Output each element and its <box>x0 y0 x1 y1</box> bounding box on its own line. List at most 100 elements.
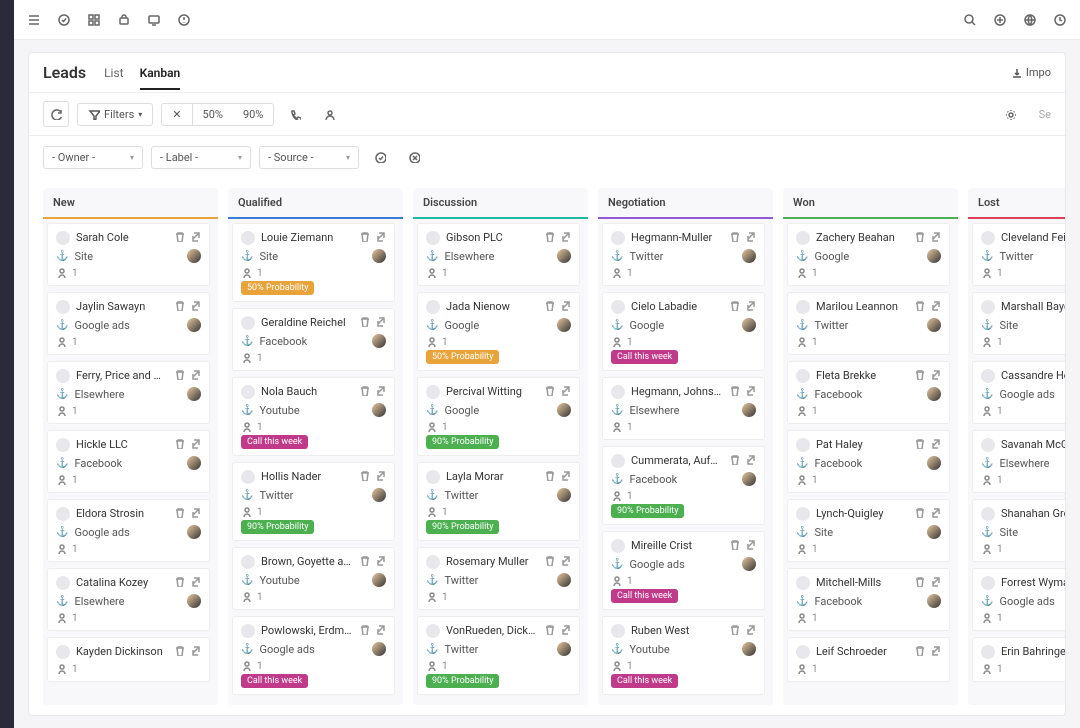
search-placeholder[interactable]: Se <box>1031 108 1051 121</box>
open-icon[interactable] <box>374 623 386 638</box>
open-icon[interactable] <box>929 230 941 245</box>
open-icon[interactable] <box>744 453 756 468</box>
delete-icon[interactable] <box>913 506 925 521</box>
open-icon[interactable] <box>744 230 756 245</box>
lead-card[interactable]: Powlowski, Erdman and Wilderman⚓Google a… <box>232 616 395 695</box>
lead-card[interactable]: Cielo Labadie⚓Google1Call this week <box>602 292 765 371</box>
seg-50[interactable]: 50% <box>193 104 233 125</box>
delete-icon[interactable] <box>173 437 185 452</box>
open-icon[interactable] <box>559 384 571 399</box>
lead-card[interactable]: Leif Schroeder1 <box>787 637 950 682</box>
lead-card[interactable]: Layla Morar⚓Twitter190% Probability <box>417 462 580 541</box>
delete-icon[interactable] <box>728 538 740 553</box>
open-icon[interactable] <box>929 644 941 659</box>
lead-card[interactable]: Mireille Crist⚓Google ads1Call this week <box>602 531 765 610</box>
open-icon[interactable] <box>189 368 201 383</box>
lead-card[interactable]: Cummerata, Aufderhar and Bergnaum⚓Facebo… <box>602 446 765 525</box>
lead-card[interactable]: Ruben West⚓Youtube1Call this week <box>602 616 765 695</box>
clear-filter-icon[interactable] <box>401 144 427 170</box>
delete-icon[interactable] <box>173 299 185 314</box>
lead-card[interactable]: Hegmann-Muller⚓Twitter1 <box>602 223 765 286</box>
lead-card[interactable]: Jaylin Sawayn⚓Google ads1 <box>47 292 210 355</box>
delete-icon[interactable] <box>913 230 925 245</box>
lead-card[interactable]: Eldora Strosin⚓Google ads1 <box>47 499 210 562</box>
open-icon[interactable] <box>189 644 201 659</box>
grid-icon[interactable] <box>86 12 102 28</box>
open-icon[interactable] <box>744 623 756 638</box>
delete-icon[interactable] <box>728 230 740 245</box>
open-icon[interactable] <box>559 299 571 314</box>
open-icon[interactable] <box>374 469 386 484</box>
open-icon[interactable] <box>744 384 756 399</box>
delete-icon[interactable] <box>173 230 185 245</box>
delete-icon[interactable] <box>913 368 925 383</box>
delete-icon[interactable] <box>728 453 740 468</box>
lead-card[interactable]: Sarah Cole⚓Site1 <box>47 223 210 286</box>
source-select[interactable]: - Source -▾ <box>259 146 359 169</box>
search-icon[interactable] <box>962 12 978 28</box>
lead-card[interactable]: Ferry, Price and Carter⚓Elsewhere1 <box>47 361 210 424</box>
delete-icon[interactable] <box>358 315 370 330</box>
person-icon[interactable] <box>316 101 342 127</box>
alert-icon[interactable] <box>176 12 192 28</box>
delete-icon[interactable] <box>913 299 925 314</box>
open-icon[interactable] <box>189 230 201 245</box>
open-icon[interactable] <box>189 575 201 590</box>
delete-icon[interactable] <box>173 575 185 590</box>
refresh-button[interactable] <box>43 101 69 127</box>
delete-icon[interactable] <box>728 623 740 638</box>
delete-icon[interactable] <box>543 469 555 484</box>
lead-card[interactable]: Pat Haley⚓Facebook1 <box>787 430 950 493</box>
import-button[interactable]: Impo <box>1010 66 1051 79</box>
open-icon[interactable] <box>929 575 941 590</box>
owner-select[interactable]: - Owner -▾ <box>43 146 143 169</box>
phone-icon[interactable] <box>282 101 308 127</box>
delete-icon[interactable] <box>358 469 370 484</box>
lead-card[interactable]: Geraldine Reichel⚓Facebook1 <box>232 308 395 371</box>
lead-card[interactable]: Lynch-Quigley⚓Site1 <box>787 499 950 562</box>
lead-card[interactable]: Hollis Nader⚓Twitter190% Probability <box>232 462 395 541</box>
lead-card[interactable]: Kayden Dickinson1 <box>47 637 210 682</box>
globe-icon[interactable] <box>1022 12 1038 28</box>
plus-circle-icon[interactable] <box>992 12 1008 28</box>
open-icon[interactable] <box>374 230 386 245</box>
open-icon[interactable] <box>559 554 571 569</box>
lead-card[interactable]: Brown, Goyette and Gusikowski⚓Youtube1 <box>232 547 395 610</box>
delete-icon[interactable] <box>543 554 555 569</box>
lead-card[interactable]: Fleta Brekke⚓Facebook1 <box>787 361 950 424</box>
label-select[interactable]: - Label -▾ <box>151 146 251 169</box>
lead-card[interactable]: Mitchell-Mills⚓Facebook1 <box>787 568 950 631</box>
tab-kanban[interactable]: Kanban <box>140 66 181 90</box>
menu-icon[interactable] <box>26 12 42 28</box>
open-icon[interactable] <box>189 299 201 314</box>
lead-card[interactable]: Marilou Leannon⚓Twitter1 <box>787 292 950 355</box>
seg-90[interactable]: 90% <box>233 104 273 125</box>
delete-icon[interactable] <box>543 623 555 638</box>
open-icon[interactable] <box>744 538 756 553</box>
clock-icon[interactable] <box>1052 12 1068 28</box>
open-icon[interactable] <box>559 469 571 484</box>
delete-icon[interactable] <box>913 437 925 452</box>
lead-card[interactable]: Hegmann, Johns and Ankunding⚓Elsewhere1 <box>602 377 765 440</box>
delete-icon[interactable] <box>173 506 185 521</box>
delete-icon[interactable] <box>358 230 370 245</box>
delete-icon[interactable] <box>358 623 370 638</box>
open-icon[interactable] <box>189 437 201 452</box>
check-icon[interactable] <box>56 12 72 28</box>
delete-icon[interactable] <box>913 644 925 659</box>
lead-card[interactable]: Cleveland Feil⚓Twitter1 <box>972 223 1065 286</box>
tab-list[interactable]: List <box>104 66 124 90</box>
delete-icon[interactable] <box>173 644 185 659</box>
open-icon[interactable] <box>374 315 386 330</box>
delete-icon[interactable] <box>913 575 925 590</box>
lead-card[interactable]: Rosemary Muller⚓Twitter1 <box>417 547 580 610</box>
open-icon[interactable] <box>929 368 941 383</box>
settings-icon[interactable] <box>997 101 1023 127</box>
open-icon[interactable] <box>929 299 941 314</box>
lead-card[interactable]: Erin Bahringer1 <box>972 637 1065 682</box>
delete-icon[interactable] <box>728 384 740 399</box>
lead-card[interactable]: Forrest Wyman⚓Google ads1 <box>972 568 1065 631</box>
open-icon[interactable] <box>374 554 386 569</box>
lead-card[interactable]: Louie Ziemann⚓Site150% Probability <box>232 223 395 302</box>
lead-card[interactable]: Hickle LLC⚓Facebook1 <box>47 430 210 493</box>
